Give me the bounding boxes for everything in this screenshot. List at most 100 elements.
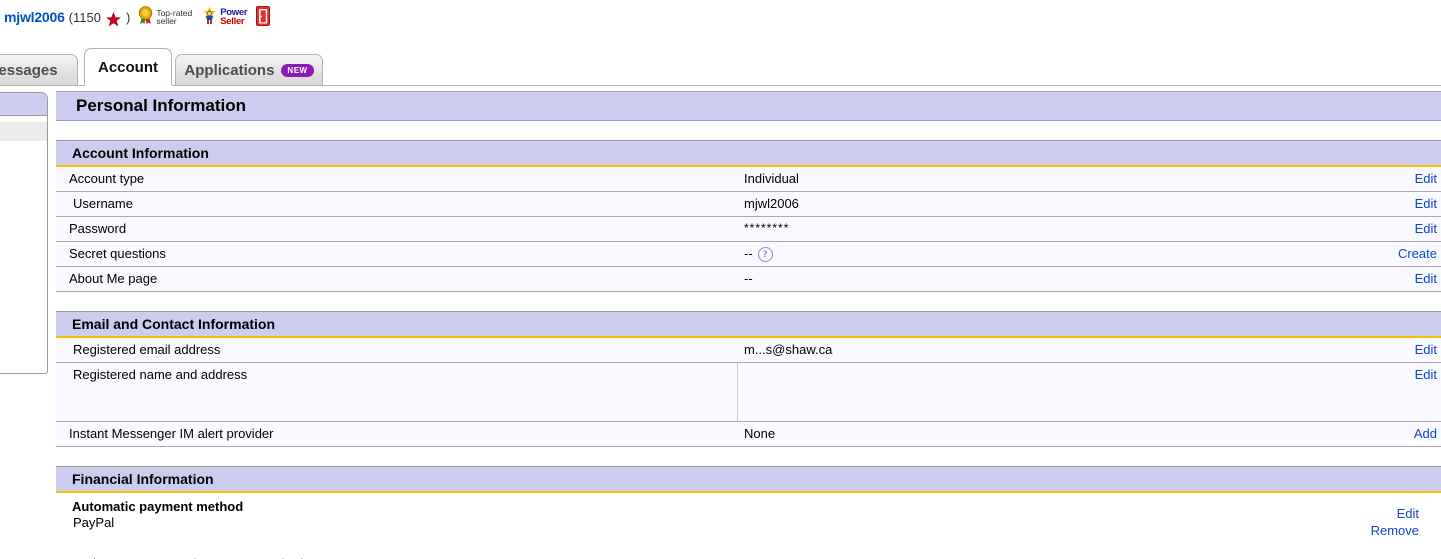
row-label: About Me page	[69, 271, 158, 286]
row-value: --	[738, 267, 1381, 290]
row-action: Edit	[1381, 167, 1441, 190]
row-action: Edit	[1381, 192, 1441, 215]
row-value	[738, 363, 1381, 371]
spacer-between-sections-1	[56, 292, 1441, 311]
tab-messages[interactable]: essages	[0, 54, 78, 86]
main-content: Personal Information Account Information…	[56, 91, 1441, 559]
sidebar-item-personal-information[interactable]: Personal Information	[0, 122, 47, 141]
table-row: Account type Individual Edit	[56, 167, 1441, 192]
tab-bar: essages Account Applications NEW	[0, 48, 1441, 86]
row-value-text: None	[744, 426, 776, 441]
section-title: Financial Information	[72, 471, 214, 487]
row-action: Edit	[1381, 338, 1441, 361]
section-title: Account Information	[72, 145, 209, 161]
update-payment-method-text: Update your automatic payment method.	[56, 530, 1441, 559]
row-label: Password	[69, 221, 127, 236]
row-value: Individual	[738, 167, 1381, 190]
row-label: Account type	[69, 171, 145, 186]
section-header: Financial Information	[56, 466, 1441, 491]
tab-applications-label: Applications	[184, 62, 275, 79]
table-row: Username mjwl2006 Edit	[56, 192, 1441, 217]
user-header: mjwl2006 (1150 ) Top-rated seller Power …	[0, 0, 271, 34]
new-badge: NEW	[281, 64, 314, 77]
edit-link[interactable]: Edit	[1415, 171, 1437, 186]
edit-link[interactable]: Edit	[1415, 221, 1437, 236]
tab-account-label: Account	[98, 59, 158, 76]
feedback-score: (1150	[69, 10, 101, 25]
automatic-payment-method-label: Automatic payment method	[72, 499, 244, 514]
table-row: About Me page -- Edit	[56, 267, 1441, 292]
power-seller-figure-icon	[200, 6, 219, 28]
row-label: Registered email address	[73, 342, 221, 357]
row-label: Registered name and address	[56, 363, 738, 421]
top-rated-medal-icon	[137, 6, 154, 28]
row-label: Secret questions	[69, 246, 166, 261]
row-value-text: --	[744, 271, 753, 286]
help-question-icon[interactable]: ?	[757, 247, 773, 262]
table-row: Registered email address m...s@shaw.ca E…	[56, 338, 1441, 363]
row-value: m...s@shaw.ca	[738, 338, 1381, 361]
row-value-text: ********	[744, 221, 790, 235]
table-row: Password ******** Edit	[56, 217, 1441, 242]
power-seller-label: Power Seller	[220, 7, 247, 27]
feedback-number[interactable]: 1150	[73, 10, 101, 25]
remove-link[interactable]: Remove	[1371, 523, 1419, 538]
tab-applications[interactable]: Applications NEW	[175, 54, 323, 86]
edit-link[interactable]: Edit	[1415, 271, 1437, 286]
power-line-2: Seller	[220, 16, 245, 27]
row-value-text: mjwl2006	[744, 196, 799, 211]
table-row: Secret questions -- ? Create	[56, 242, 1441, 267]
edit-link[interactable]: Edit	[1397, 506, 1419, 521]
sidebar: Personal Information Addresses Communica…	[0, 92, 48, 374]
page-title: Personal Information	[76, 96, 247, 115]
edit-link[interactable]: Edit	[1415, 196, 1437, 211]
section-email-and-contact-information: Email and Contact Information Registered…	[56, 311, 1441, 447]
section-title: Email and Contact Information	[72, 316, 276, 332]
section-header: Email and Contact Information	[56, 311, 1441, 336]
top-rated-line-2: seller	[156, 16, 177, 26]
sidebar-header	[0, 93, 47, 116]
row-label: Username	[73, 196, 133, 211]
section-header: Account Information	[56, 140, 1441, 165]
tab-bar-underline	[0, 85, 1441, 86]
row-action: Edit	[1381, 217, 1441, 240]
sidebar-item-communication[interactable]: Communication with	[0, 178, 47, 197]
username-link[interactable]: mjwl2006	[4, 9, 65, 25]
tab-active-mask	[85, 85, 172, 87]
page-root: mjwl2006 (1150 ) Top-rated seller Power …	[0, 0, 1441, 559]
spacer-between-sections-2	[56, 447, 1441, 466]
row-value-text: Individual	[744, 171, 799, 186]
row-action: Edit	[1381, 363, 1441, 386]
sidebar-item-addresses[interactable]: Addresses	[0, 150, 47, 169]
automatic-payment-method-value: PayPal	[73, 515, 115, 530]
financial-actions: Edit Remove	[1371, 505, 1419, 539]
row-action: Add	[1381, 422, 1441, 445]
row-value-text: --	[744, 246, 753, 261]
tab-account[interactable]: Account	[84, 48, 172, 86]
row-value-text: m...s@shaw.ca	[744, 342, 833, 357]
red-star-icon[interactable]	[105, 11, 122, 27]
create-link[interactable]: Create	[1398, 246, 1437, 261]
paren-close: )	[125, 9, 131, 25]
row-value: mjwl2006	[738, 192, 1381, 215]
add-link[interactable]: Add	[1414, 426, 1437, 441]
ebay-store-door-icon[interactable]	[256, 6, 271, 26]
page-title-bar: Personal Information	[56, 91, 1441, 121]
edit-link[interactable]: Edit	[1415, 342, 1437, 357]
tab-messages-label: essages	[0, 62, 58, 79]
row-value: None	[738, 422, 1381, 445]
section-account-information: Account Information Account type Individ…	[56, 140, 1441, 292]
power-seller-badge[interactable]: Power Seller	[200, 6, 248, 28]
edit-link[interactable]: Edit	[1415, 367, 1437, 382]
sidebar-item-subscriptions[interactable]: Subscriptions here	[0, 277, 47, 296]
sidebar-item-paypal-account[interactable]: PayPal Account	[0, 206, 47, 225]
row-value: ********	[738, 217, 1381, 239]
row-label: Instant Messenger IM alert provider	[69, 426, 274, 441]
section-financial-information: Financial Information Automatic payment …	[56, 466, 1441, 559]
top-rated-seller-label: Top-rated seller	[156, 8, 192, 26]
top-rated-seller-badge[interactable]: Top-rated seller	[137, 6, 192, 28]
